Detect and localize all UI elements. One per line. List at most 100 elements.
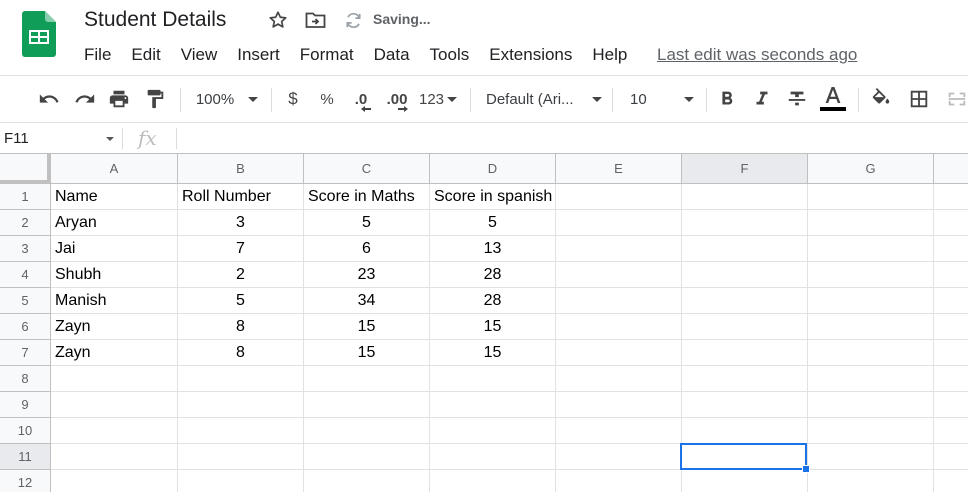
cell[interactable] [556,340,682,366]
cell[interactable] [682,340,808,366]
cell[interactable]: 5 [304,210,430,236]
cell[interactable] [808,470,934,492]
row-header-1[interactable]: 1 [0,184,51,210]
cell[interactable] [808,366,934,392]
cell[interactable] [682,288,808,314]
cell[interactable] [430,392,556,418]
cell[interactable] [51,444,178,470]
column-header-partial[interactable] [934,154,968,184]
column-header-f[interactable]: F [682,154,808,184]
cell[interactable] [682,210,808,236]
cell[interactable]: 23 [304,262,430,288]
cell[interactable] [304,366,430,392]
cell[interactable] [682,392,808,418]
select-all-corner[interactable] [0,154,51,184]
cell[interactable]: 2 [178,262,304,288]
cell[interactable] [178,470,304,492]
cell[interactable] [556,210,682,236]
cell[interactable]: Zayn [51,314,178,340]
merge-cells-button[interactable] [944,76,968,122]
cell[interactable]: Name [51,184,178,210]
cell[interactable]: Manish [51,288,178,314]
cell[interactable]: 13 [430,236,556,262]
cell[interactable] [934,184,968,210]
cell[interactable] [934,444,968,470]
cell[interactable] [430,444,556,470]
text-color-button[interactable] [818,76,848,122]
percent-format-button[interactable]: % [316,76,338,122]
cell[interactable] [808,340,934,366]
cell[interactable] [808,444,934,470]
cell[interactable] [304,470,430,492]
cell[interactable] [556,366,682,392]
cell[interactable]: Zayn [51,340,178,366]
cell[interactable] [556,184,682,210]
cell[interactable]: 15 [430,314,556,340]
last-edit-link[interactable]: Last edit was seconds ago [657,44,857,66]
currency-format-button[interactable]: $ [282,76,304,122]
column-header-g[interactable]: G [808,154,934,184]
cell[interactable]: Roll Number [178,184,304,210]
paint-format-button[interactable] [140,76,170,122]
column-header-a[interactable]: A [51,154,178,184]
cell[interactable] [51,470,178,492]
menu-insert[interactable]: Insert [227,44,290,66]
cell[interactable] [682,444,808,470]
row-header-3[interactable]: 3 [0,236,51,262]
cell[interactable] [934,340,968,366]
cell[interactable] [808,184,934,210]
document-title[interactable]: Student Details [84,8,226,32]
cell[interactable] [682,418,808,444]
cell[interactable]: 8 [178,340,304,366]
column-header-c[interactable]: C [304,154,430,184]
cell[interactable] [556,262,682,288]
cell[interactable]: 28 [430,288,556,314]
cell[interactable] [178,366,304,392]
row-header-11[interactable]: 11 [0,444,51,470]
row-header-6[interactable]: 6 [0,314,51,340]
cell[interactable] [430,470,556,492]
cell[interactable]: 5 [178,288,304,314]
cell[interactable] [808,418,934,444]
cell[interactable]: Jai [51,236,178,262]
cell[interactable] [556,236,682,262]
row-header-4[interactable]: 4 [0,262,51,288]
more-formats-button[interactable]: 123 [418,76,458,122]
name-box[interactable]: F11 [0,124,120,153]
cell[interactable]: 7 [178,236,304,262]
decrease-decimal-button[interactable]: .0 [348,76,374,122]
menu-data[interactable]: Data [364,44,420,66]
cell[interactable] [304,444,430,470]
zoom-select[interactable]: 100% [190,76,264,122]
column-header-b[interactable]: B [178,154,304,184]
cell[interactable] [682,314,808,340]
row-header-9[interactable]: 9 [0,392,51,418]
cell[interactable] [934,366,968,392]
cell[interactable]: 15 [304,314,430,340]
cell[interactable] [808,262,934,288]
increase-decimal-button[interactable]: .00 [382,76,412,122]
fill-color-button[interactable] [868,76,894,122]
formula-input[interactable] [186,124,966,153]
cell[interactable] [808,210,934,236]
cell[interactable] [682,236,808,262]
italic-button[interactable] [750,76,774,122]
bold-button[interactable] [715,76,739,122]
cell[interactable] [682,470,808,492]
cell[interactable]: 6 [304,236,430,262]
menu-extensions[interactable]: Extensions [479,44,582,66]
cell[interactable]: 5 [430,210,556,236]
menu-help[interactable]: Help [582,44,637,66]
cell[interactable] [178,392,304,418]
cell[interactable]: Shubh [51,262,178,288]
cell[interactable] [556,392,682,418]
cell[interactable]: 34 [304,288,430,314]
chevron-down-icon[interactable] [106,137,114,141]
cell[interactable] [934,288,968,314]
cell[interactable] [51,366,178,392]
fill-handle[interactable] [802,465,810,473]
cell[interactable] [682,184,808,210]
cell[interactable]: Aryan [51,210,178,236]
column-header-e[interactable]: E [556,154,682,184]
cell[interactable] [556,444,682,470]
